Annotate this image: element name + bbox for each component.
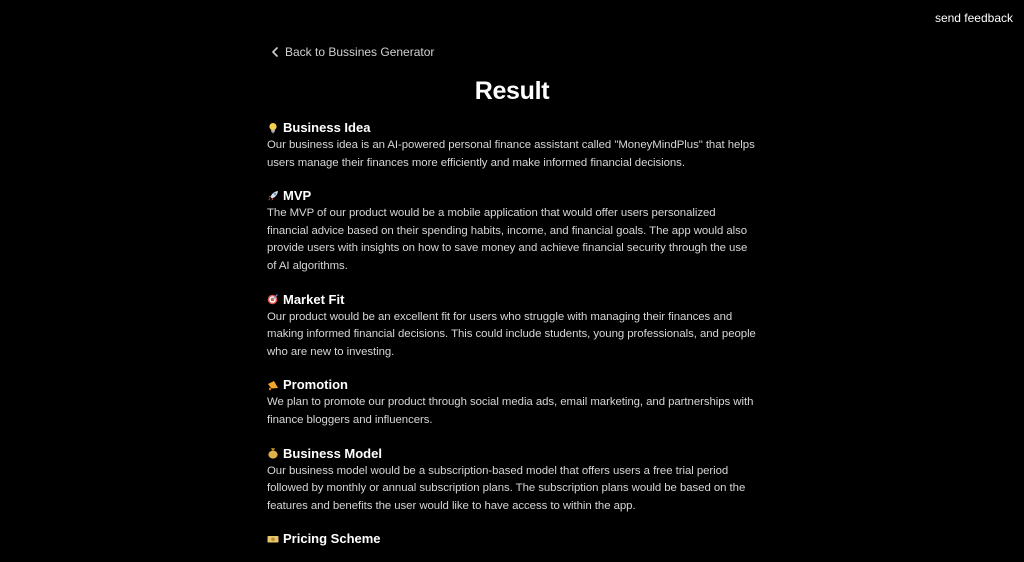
section-body: We plan to promote our product through s…: [267, 396, 754, 426]
banknote-icon: [267, 533, 279, 545]
page-title: Result: [474, 77, 550, 105]
lightbulb-icon: [267, 122, 279, 134]
section-heading: Promotion: [283, 377, 348, 393]
money-bag-icon: [267, 447, 279, 459]
section-heading: MVP: [283, 188, 312, 204]
result-sections: Business Idea Our business idea is an AI…: [267, 119, 757, 562]
section-promotion: Promotion We plan to promote our product…: [267, 376, 757, 429]
back-link-label: Back to Bussines Generator: [285, 45, 435, 59]
section-mvp: MVP The MVP of our product would be a mo…: [267, 187, 757, 275]
chevron-left-icon: [271, 47, 279, 57]
section-body: Our business idea is an AI-powered perso…: [267, 139, 755, 169]
section-body: Our business model would be a subscripti…: [267, 464, 746, 512]
section-business-idea: Business Idea Our business idea is an AI…: [267, 119, 757, 172]
megaphone-icon: [267, 379, 279, 391]
target-icon: [267, 293, 279, 305]
send-feedback-link[interactable]: send feedback: [935, 11, 1013, 25]
section-body: The MVP of our product would be a mobile…: [267, 207, 748, 272]
section-pricing-scheme: Pricing Scheme: [267, 530, 757, 547]
rocket-icon: [267, 190, 279, 202]
section-body: Our product would be an excellent fit fo…: [267, 310, 756, 358]
section-heading: Business Idea: [283, 120, 371, 135]
section-market-fit: Market Fit Our product would be an excel…: [267, 291, 757, 362]
section-heading: Business Model: [283, 445, 382, 461]
section-business-model: Business Model Our business model would …: [267, 445, 757, 516]
back-to-generator-link[interactable]: Back to Bussines Generator: [271, 45, 434, 59]
section-heading: Market Fit: [283, 291, 345, 307]
section-heading: Pricing Scheme: [283, 531, 381, 547]
